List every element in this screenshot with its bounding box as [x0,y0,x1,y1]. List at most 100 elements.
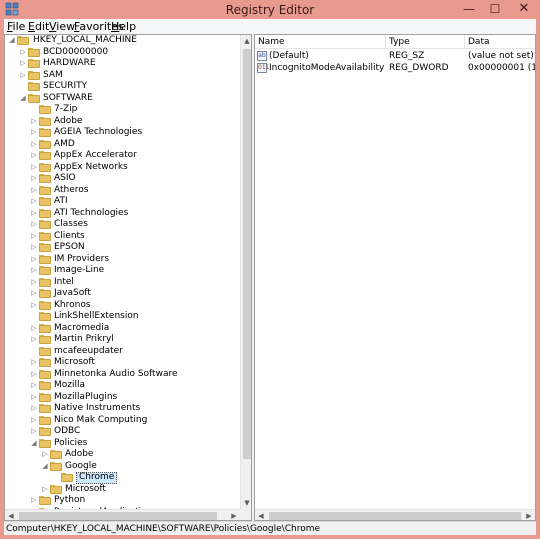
folder-icon [39,381,51,390]
expand-arrow-icon[interactable]: ▷ [30,242,38,253]
menu-view-label: iew [56,20,76,33]
expand-arrow-icon[interactable]: ▷ [41,449,49,460]
title-bar[interactable]: Registry Editor — ☐ ✕ [0,0,540,19]
tree-horizontal-scrollbar[interactable]: ◀ ▶ [5,509,240,520]
column-header-type[interactable]: Type [386,36,464,48]
tree-item-label: Microsoft [54,357,95,367]
key-tree-pane[interactable]: ◢ HKEY_LOCAL_MACHINE ▷ BCD00000000 ▷ HARDWA… [4,34,252,521]
scroll-left-icon[interactable]: ◀ [5,510,17,520]
tree-horizontal-scroll-thumb[interactable] [19,512,217,520]
value-row[interactable]: 011 IncognitoModeAvailability REG_DWORD … [255,62,535,74]
expand-arrow-icon[interactable]: ▷ [30,265,38,276]
tree-item-label: SOFTWARE [43,92,93,103]
tree-vertical-scroll-thumb[interactable] [243,49,251,459]
expand-arrow-icon[interactable]: ▷ [30,116,38,127]
tree-item-label: Clients [54,230,85,241]
expand-arrow-icon[interactable]: ▷ [19,70,27,81]
scroll-right-icon[interactable]: ▶ [228,510,240,520]
menu-edit-label: dit [34,20,50,33]
scroll-right-icon[interactable]: ▶ [523,510,535,520]
expand-arrow-icon[interactable]: ▷ [30,208,38,219]
menu-file-label: ile [12,20,26,33]
tree-item-label: Adobe [65,449,94,459]
tree-item-label: SAM [43,69,63,80]
expand-arrow-icon[interactable]: ▷ [30,392,38,403]
menu-help[interactable]: Help [111,20,136,33]
values-horizontal-scrollbar[interactable]: ◀ ▶ [255,509,535,520]
expand-arrow-icon[interactable]: ▷ [30,495,38,506]
folder-icon [39,162,51,172]
expand-arrow-icon[interactable]: ▷ [41,484,49,495]
values-horizontal-scroll-thumb[interactable] [269,512,521,520]
value-name: IncognitoModeAvailability [269,63,385,73]
collapse-arrow-icon[interactable]: ◢ [19,93,27,104]
expand-arrow-icon[interactable]: ▷ [30,369,38,380]
menu-edit[interactable]: Edit [28,20,49,33]
collapse-arrow-icon[interactable]: ◢ [41,461,49,472]
tree-item-label: Intel [54,276,74,287]
expand-arrow-icon[interactable]: ▷ [30,231,38,242]
expand-arrow-icon[interactable]: ▷ [30,288,38,299]
expand-arrow-icon[interactable]: ▷ [30,185,38,196]
folder-icon [39,220,51,229]
minimize-button[interactable]: — [456,0,482,19]
menu-edit-accel: E [28,20,35,33]
folder-icon [39,277,51,287]
expand-arrow-icon[interactable]: ▷ [19,58,27,69]
column-header-data[interactable]: Data [465,36,535,48]
folder-icon [39,392,51,402]
values-list-pane[interactable]: Name Type Data ab (Default) REG_SZ (valu… [254,34,536,521]
expand-arrow-icon[interactable]: ▷ [30,139,38,150]
tree-item-label: ODBC [54,426,81,436]
tree-item-label: AMD [54,138,75,149]
folder-icon [39,415,51,425]
expand-arrow-icon[interactable]: ▷ [30,300,38,311]
tree-item-label: Nico Mak Computing [54,414,148,425]
menu-view[interactable]: View [49,20,75,33]
collapse-arrow-icon[interactable]: ◢ [30,438,38,449]
close-button[interactable]: ✕ [508,0,540,19]
scroll-down-icon[interactable]: ▼ [241,497,251,509]
value-data: (value not set) [468,51,534,61]
folder-icon [39,128,51,137]
expand-arrow-icon[interactable]: ▷ [30,403,38,414]
expand-arrow-icon[interactable]: ▷ [30,380,38,391]
folder-icon [39,369,51,379]
expand-arrow-icon[interactable]: ▷ [30,162,38,173]
tree-item-label: BCD00000000 [43,46,109,57]
expand-arrow-icon[interactable]: ▷ [30,196,38,207]
tree-item-label: Google [65,460,97,471]
tree-root-label: HKEY_LOCAL_MACHINE [33,35,137,45]
folder-icon [50,461,62,471]
expand-arrow-icon[interactable]: ▷ [30,334,38,345]
tree-item-label: Image-Line [54,265,105,275]
expand-arrow-icon[interactable]: ▷ [30,415,38,426]
tree-item-label: Martin Prikryl [54,334,114,344]
menu-bar: File Edit View Favorites Help [4,19,536,34]
expand-arrow-icon[interactable]: ▷ [30,219,38,230]
scroll-left-icon[interactable]: ◀ [255,510,267,520]
expand-arrow-icon[interactable]: ▷ [30,357,38,368]
column-header-name[interactable]: Name [255,36,385,48]
expand-arrow-icon[interactable]: ▷ [30,426,38,437]
scroll-up-icon[interactable]: ▲ [241,35,251,47]
value-row[interactable]: ab (Default) REG_SZ (value not set) [255,50,535,62]
expand-arrow-icon[interactable]: ▷ [30,127,38,138]
tree-item-label: Native Instruments [54,403,141,413]
collapse-arrow-icon[interactable]: ◢ [8,35,16,46]
expand-arrow-icon[interactable]: ▷ [30,173,38,184]
expand-arrow-icon[interactable]: ▷ [30,323,38,334]
value-type: REG_SZ [389,51,425,61]
expand-arrow-icon[interactable]: ▷ [30,254,38,265]
folder-icon [39,105,51,114]
expand-arrow-icon[interactable]: ▷ [30,150,38,161]
tree-item-label: Policies [54,437,88,448]
tree-vertical-scrollbar[interactable]: ▲ ▼ [240,35,251,509]
tree-item-label: ATI [54,196,68,206]
menu-file[interactable]: File [7,20,25,33]
folder-icon [28,82,40,91]
maximize-button[interactable]: ☐ [482,0,508,19]
expand-arrow-icon[interactable]: ▷ [19,47,27,58]
expand-arrow-icon[interactable]: ▷ [30,277,38,288]
expander-placeholder [52,472,60,483]
